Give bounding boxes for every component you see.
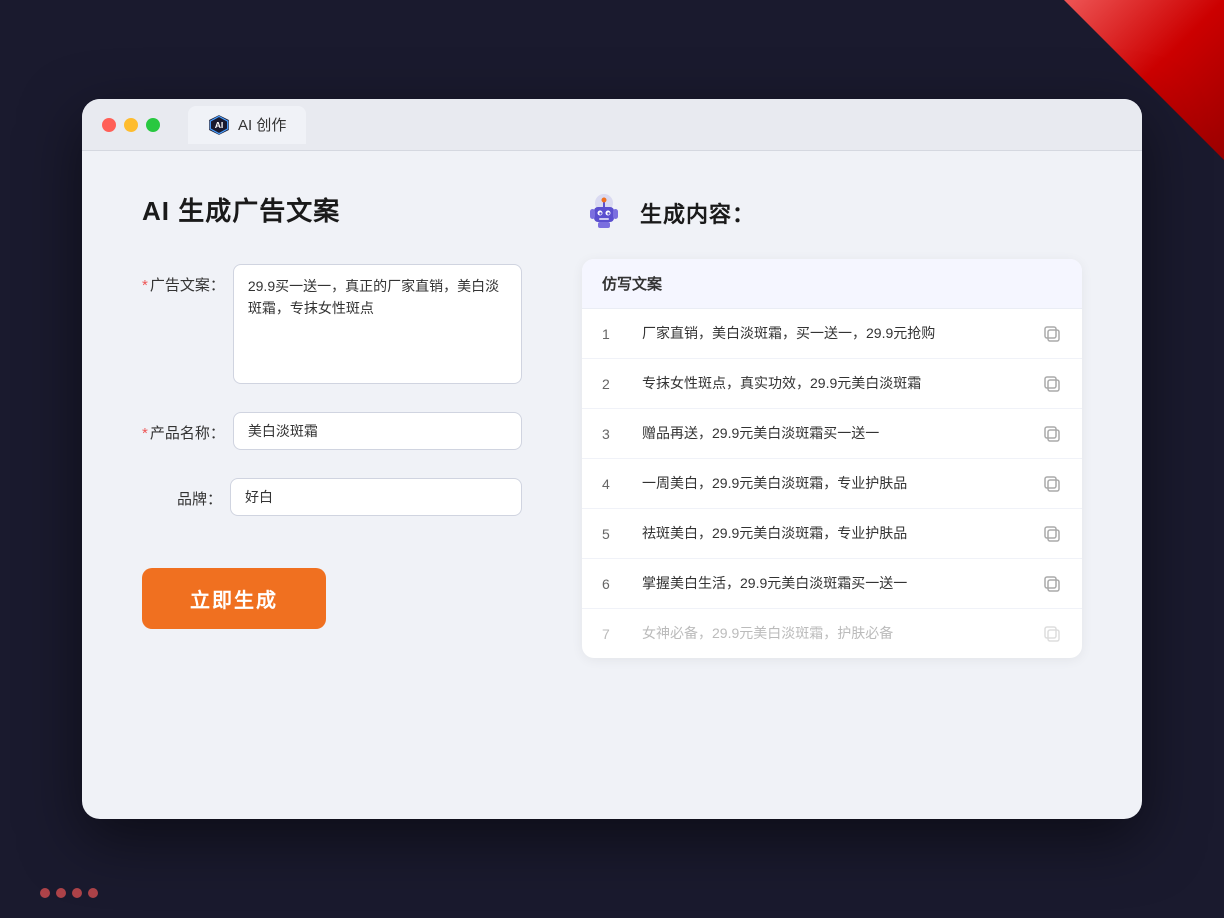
row-text: 一周美白，29.9元美白淡斑霜，专业护肤品	[642, 473, 1026, 494]
tab-ai-create[interactable]: AI AI 创作	[188, 106, 306, 144]
row-number: 3	[602, 426, 626, 442]
table-row: 4 一周美白，29.9元美白淡斑霜，专业护肤品	[582, 459, 1082, 509]
form-group-brand: 品牌：	[142, 478, 522, 516]
row-text: 赠品再送，29.9元美白淡斑霜买一送一	[642, 423, 1026, 444]
ai-tab-icon: AI	[208, 114, 230, 136]
table-row: 7 女神必备，29.9元美白淡斑霜，护肤必备	[582, 609, 1082, 658]
copy-icon[interactable]	[1042, 324, 1062, 344]
copy-icon[interactable]	[1042, 524, 1062, 544]
result-table: 仿写文案 1 厂家直销，美白淡斑霜，买一送一，29.9元抢购 2 专抹女性斑点，…	[582, 259, 1082, 658]
main-content: AI 生成广告文案 *广告文案： 29.9买一送一，真正的厂家直销，美白淡斑霜，…	[82, 151, 1142, 819]
copy-icon[interactable]	[1042, 624, 1062, 644]
title-bar: AI AI 创作	[82, 99, 1142, 151]
copy-icon[interactable]	[1042, 424, 1062, 444]
row-text: 专抹女性斑点，真实功效，29.9元美白淡斑霜	[642, 373, 1026, 394]
table-row: 5 祛斑美白，29.9元美白淡斑霜，专业护肤品	[582, 509, 1082, 559]
row-text: 掌握美白生活，29.9元美白淡斑霜买一送一	[642, 573, 1026, 594]
tab-label: AI 创作	[238, 114, 286, 135]
traffic-lights	[102, 118, 160, 132]
required-star-ad-copy: *	[142, 277, 148, 294]
table-header: 仿写文案	[582, 259, 1082, 309]
row-number: 1	[602, 326, 626, 342]
form-group-product-name: *产品名称：	[142, 412, 522, 450]
product-name-label: *产品名称：	[142, 412, 225, 443]
brand-label: 品牌：	[142, 478, 222, 509]
table-row: 3 赠品再送，29.9元美白淡斑霜买一送一	[582, 409, 1082, 459]
generate-button[interactable]: 立即生成	[142, 568, 326, 629]
maximize-button[interactable]	[146, 118, 160, 132]
close-button[interactable]	[102, 118, 116, 132]
required-star-product: *	[142, 425, 148, 442]
brand-input[interactable]	[230, 478, 522, 516]
row-number: 4	[602, 476, 626, 492]
page-title: AI 生成广告文案	[142, 191, 522, 228]
browser-window: AI AI 创作 AI 生成广告文案 *广告文案： 29.9买一送一，真正的厂家…	[82, 99, 1142, 819]
table-row: 1 厂家直销，美白淡斑霜，买一送一，29.9元抢购	[582, 309, 1082, 359]
copy-icon[interactable]	[1042, 374, 1062, 394]
product-name-input[interactable]	[233, 412, 522, 450]
svg-text:AI: AI	[215, 120, 224, 130]
result-title: 生成内容：	[640, 197, 755, 229]
row-number: 6	[602, 576, 626, 592]
row-number: 7	[602, 626, 626, 642]
table-row: 2 专抹女性斑点，真实功效，29.9元美白淡斑霜	[582, 359, 1082, 409]
robot-icon	[582, 191, 626, 235]
ad-copy-input[interactable]: 29.9买一送一，真正的厂家直销，美白淡斑霜，专抹女性斑点	[233, 264, 522, 384]
row-number: 2	[602, 376, 626, 392]
row-number: 5	[602, 526, 626, 542]
minimize-button[interactable]	[124, 118, 138, 132]
result-header: 生成内容：	[582, 191, 1082, 235]
form-group-ad-copy: *广告文案： 29.9买一送一，真正的厂家直销，美白淡斑霜，专抹女性斑点	[142, 264, 522, 384]
bg-decoration-bottom-left	[40, 888, 98, 898]
copy-icon[interactable]	[1042, 574, 1062, 594]
ad-copy-label: *广告文案：	[142, 264, 225, 295]
copy-icon[interactable]	[1042, 474, 1062, 494]
left-panel: AI 生成广告文案 *广告文案： 29.9买一送一，真正的厂家直销，美白淡斑霜，…	[142, 191, 522, 779]
table-row: 6 掌握美白生活，29.9元美白淡斑霜买一送一	[582, 559, 1082, 609]
row-text: 女神必备，29.9元美白淡斑霜，护肤必备	[642, 623, 1026, 644]
row-text: 祛斑美白，29.9元美白淡斑霜，专业护肤品	[642, 523, 1026, 544]
row-text: 厂家直销，美白淡斑霜，买一送一，29.9元抢购	[642, 323, 1026, 344]
right-panel: 生成内容： 仿写文案 1 厂家直销，美白淡斑霜，买一送一，29.9元抢购 2 专…	[582, 191, 1082, 779]
